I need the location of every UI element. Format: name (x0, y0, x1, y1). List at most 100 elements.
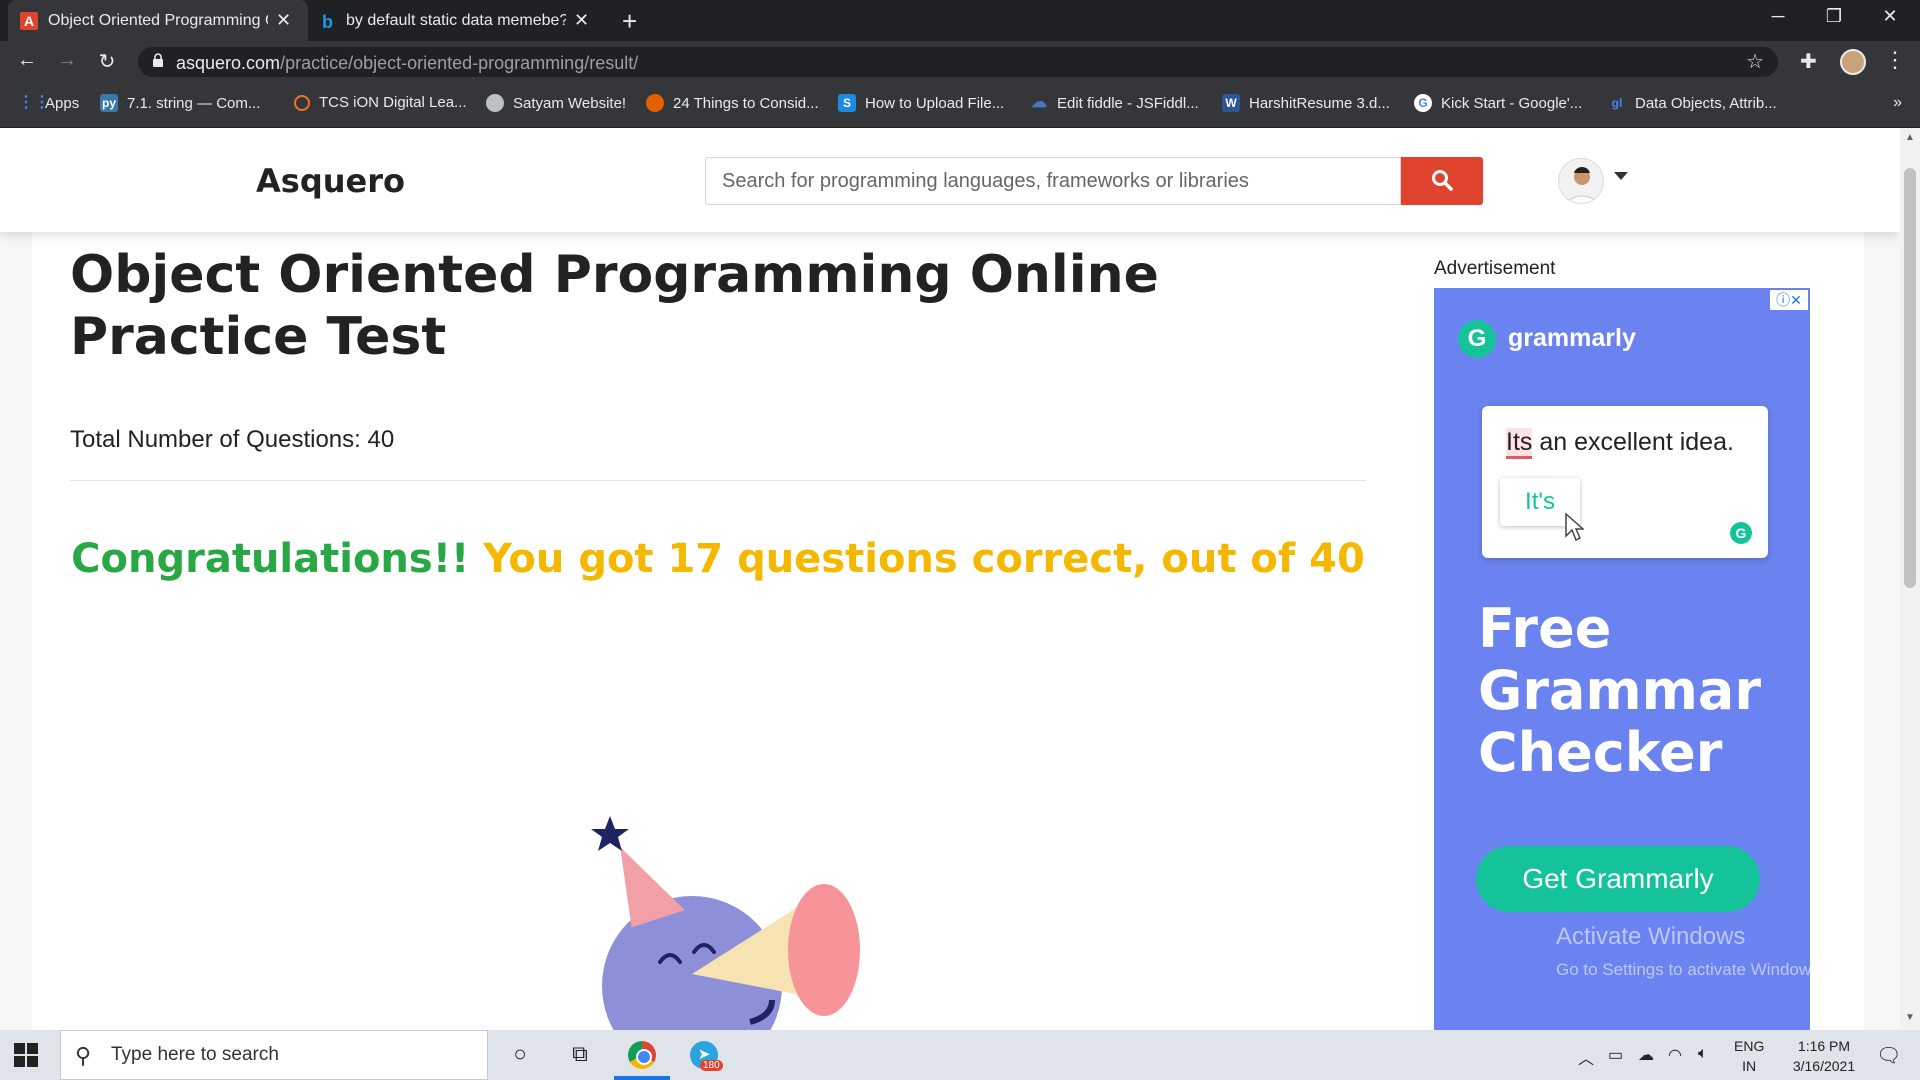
tab-label: Object Oriented Programming O (48, 11, 268, 29)
bookmark-harshit-resume[interactable]: W HarshitResume 3.d... (1222, 94, 1390, 112)
tab-object-oriented-programming[interactable]: A Object Oriented Programming O ✕ (8, 0, 308, 41)
task-view-icon[interactable]: ⧉ (566, 1041, 594, 1069)
ad-headline: Free Grammar Checker (1478, 597, 1761, 784)
browser-profile-avatar[interactable] (1840, 49, 1866, 75)
word-icon: W (1222, 94, 1240, 112)
more-bookmarks-chevron-icon[interactable]: » (1893, 94, 1902, 112)
bookmark-label: 7.1. string — Com... (127, 94, 261, 112)
browser-menu-icon[interactable]: ⋮ (1884, 47, 1906, 73)
site-header: Asquero (0, 128, 1900, 232)
reload-icon[interactable]: ↻ (94, 49, 120, 74)
scrollbar-thumb[interactable] (1904, 168, 1916, 588)
total-questions-text: Total Number of Questions: 40 (70, 426, 395, 453)
bookmark-data-objects[interactable]: gl Data Objects, Attrib... (1608, 94, 1777, 112)
score-text: You got 17 questions correct, out of 40 (483, 536, 1365, 582)
taskbar-search-box[interactable]: ⚲ Type here to search (60, 1030, 488, 1080)
ad-close-icon[interactable]: ⓘ✕ (1770, 290, 1808, 310)
volume-icon[interactable]: 🔈︎ (1698, 1045, 1708, 1063)
url-text: asquero.com/practice/object-oriented-pro… (176, 53, 638, 74)
page-scrollbar[interactable]: ▲ ▼ (1900, 128, 1920, 1030)
google-icon: G (1414, 94, 1432, 112)
web-page: Asquero Object Oriented Programming Onli… (0, 128, 1900, 1030)
jsfiddle-icon: ☁ (1031, 94, 1047, 111)
site-logo[interactable]: Asquero (256, 162, 405, 200)
region-code: IN (1742, 1058, 1757, 1074)
tab-static-data-member[interactable]: b by default static data memebe? - ✕ (310, 0, 610, 41)
bookmark-jsfiddle[interactable]: ☁ Edit fiddle - JSFiddl... (1030, 94, 1199, 112)
active-app-indicator (614, 1076, 670, 1080)
user-menu-caret-icon[interactable] (1614, 172, 1628, 180)
address-bar[interactable]: asquero.com/practice/object-oriented-pro… (138, 47, 1778, 77)
url-path: /practice/object-oriented-programming/re… (280, 53, 639, 73)
bing-favicon-icon: b (322, 11, 333, 32)
grammarly-ad[interactable]: ⓘ✕ G grammarly Its an excellent idea. It… (1434, 288, 1810, 1030)
bookmark-24-things[interactable]: 24 Things to Consid... (646, 94, 819, 112)
telegram-badge: 180 (700, 1060, 723, 1071)
notification-center-icon[interactable]: 🗨︎ (1876, 1043, 1901, 1068)
battery-icon[interactable]: ▭ (1608, 1045, 1623, 1065)
language-indicator[interactable]: ENG IN (1734, 1036, 1764, 1076)
minimize-button[interactable]: ─ (1758, 6, 1798, 27)
mouse-cursor-icon (1565, 512, 1584, 542)
bookmark-apps[interactable]: ⋮⋮ Apps (18, 94, 79, 112)
advertisement-label: Advertisement (1434, 258, 1556, 279)
grammarly-logo-icon: G (1458, 320, 1496, 358)
bookmark-satyam-website[interactable]: Satyam Website! (486, 94, 626, 112)
bookmark-label: How to Upload File... (865, 94, 1005, 112)
restore-button[interactable]: ❐ (1814, 6, 1854, 27)
bookmark-label: Apps (45, 94, 80, 112)
result-message: Congratulations!! You got 17 questions c… (32, 536, 1404, 582)
bookmark-label: TCS iON Digital Lea... (319, 94, 467, 111)
windows-start-icon[interactable] (14, 1043, 38, 1067)
search-icon: ⚲ (75, 1043, 92, 1068)
divider (70, 480, 1366, 481)
url-domain: asquero.com (176, 53, 281, 73)
close-tab-icon[interactable]: ✕ (574, 10, 589, 31)
tcs-icon (294, 94, 310, 111)
bookmark-label: Edit fiddle - JSFiddl... (1057, 94, 1199, 112)
bookmark-label: Satyam Website! (513, 94, 627, 112)
cortana-icon[interactable]: ○ (506, 1041, 534, 1069)
wifi-icon[interactable]: ◠ (1668, 1045, 1682, 1065)
bookmarks-bar: ⋮⋮ Apps py 7.1. string — Com... TCS iON Di… (0, 82, 1920, 128)
activate-windows-title: Activate Windows (1556, 923, 1746, 950)
user-avatar[interactable] (1558, 158, 1604, 204)
search-button[interactable] (1401, 157, 1483, 205)
congrats-text: Congratulations!! (71, 536, 470, 582)
bookmark-upload-file[interactable]: S How to Upload File... (838, 94, 1004, 112)
bookmark-python-string[interactable]: py 7.1. string — Com... (100, 94, 260, 112)
bookmark-star-icon[interactable]: ☆ (1746, 49, 1764, 74)
ad-example-sentence: Its an excellent idea. (1506, 428, 1734, 459)
forward-arrow-icon[interactable]: → (54, 49, 80, 72)
page-title: Object Oriented Programming Online Pract… (70, 245, 1159, 367)
close-window-button[interactable]: ✕ (1870, 6, 1910, 27)
browser-toolbar: ← → ↻ asquero.com/practice/object-orient… (0, 41, 1920, 82)
lock-icon (153, 53, 163, 67)
onedrive-cloud-icon[interactable]: ☁ (1638, 1045, 1654, 1065)
bookmark-tcs-ion[interactable]: TCS iON Digital Lea... (294, 94, 467, 111)
bookmark-label: HarshitResume 3.d... (1249, 94, 1390, 112)
ad-sentence-rest: an excellent idea. (1532, 428, 1734, 456)
search-input[interactable] (705, 157, 1401, 205)
result-card: Object Oriented Programming Online Pract… (32, 232, 1404, 1030)
taskbar-search-placeholder: Type here to search (111, 1044, 279, 1065)
asquero-favicon-icon: A (20, 11, 38, 30)
back-arrow-icon[interactable]: ← (14, 49, 40, 72)
browser-title-bar: A Object Oriented Programming O ✕ b by d… (0, 0, 1920, 41)
get-grammarly-button[interactable]: Get Grammarly (1476, 846, 1760, 912)
user-photo-icon (1567, 167, 1597, 203)
python-icon: py (100, 94, 118, 112)
chrome-taskbar-icon[interactable] (628, 1041, 656, 1069)
close-tab-icon[interactable]: ✕ (276, 10, 291, 31)
bookmark-kick-start[interactable]: G Kick Start - Google'... (1414, 94, 1582, 112)
apps-grid-icon: ⋮⋮ (18, 94, 50, 111)
show-hidden-icons-chevron-icon[interactable]: ︿ (1578, 1045, 1594, 1069)
scroll-up-arrow-icon[interactable]: ▲ (1905, 132, 1915, 143)
bookmark-label: Data Objects, Attrib... (1635, 94, 1777, 112)
taskbar-clock[interactable]: 1:16 PM 3/16/2021 (1776, 1036, 1872, 1076)
new-tab-button[interactable]: + (622, 6, 637, 37)
bookmark-label: Kick Start - Google'... (1441, 94, 1583, 112)
activate-windows-subtitle: Go to Settings to activate Windows. (1556, 960, 1825, 979)
extensions-puzzle-icon[interactable]: ✚ (1800, 49, 1817, 74)
scroll-down-arrow-icon[interactable]: ▼ (1905, 1012, 1915, 1023)
